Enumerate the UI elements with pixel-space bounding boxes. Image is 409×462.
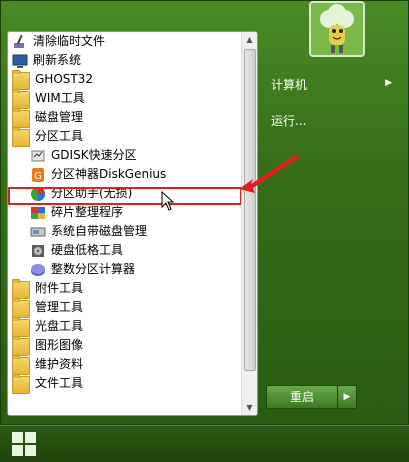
start-button[interactable] (12, 432, 36, 456)
run-label: 运行... (271, 114, 307, 128)
menu-item-label: 磁盘管理 (35, 110, 84, 124)
menu-item-label: 刷新系统 (33, 53, 82, 67)
menu-item-gdisk[interactable]: GDISK快速分区 (8, 146, 244, 165)
menu-item-partition-calculator[interactable]: 整数分区计算器 (8, 260, 244, 279)
folder-icon (12, 336, 30, 356)
start-menu: 清除临时文件 刷新系统 GHOST32 WIM工具 磁盘管理 分区工具 GDIS… (0, 0, 409, 425)
menu-item-label: 维护资料 (35, 357, 84, 371)
menu-item-label: 分区神器DiskGenius (51, 167, 167, 181)
programs-list: 清除临时文件 刷新系统 GHOST32 WIM工具 磁盘管理 分区工具 GDIS… (8, 32, 244, 394)
run-item[interactable]: 运行... (271, 112, 306, 129)
menu-item-system-disk-management[interactable]: 系统自带磁盘管理 (8, 222, 244, 241)
right-pane: 计算机 ▶ 运行... (263, 1, 409, 426)
menu-item-hdd-low-format[interactable]: 硬盘低格工具 (8, 241, 244, 260)
scroll-up-arrow-icon[interactable]: ▲ (242, 32, 257, 47)
menu-item-label: 图形图像 (35, 338, 84, 352)
scroll-down-arrow-icon[interactable]: ▼ (242, 400, 257, 415)
diskgenius-icon: G (30, 167, 46, 183)
folder-icon (12, 127, 30, 147)
mouse-cursor-icon (161, 191, 175, 211)
scroll-thumb[interactable] (244, 49, 256, 371)
menu-item-label: 光盘工具 (35, 319, 84, 333)
scrollbar[interactable]: ▲ ▼ (241, 32, 257, 415)
folder-icon (12, 374, 30, 394)
folder-icon (12, 108, 30, 128)
menu-item-label: GDISK快速分区 (51, 148, 137, 162)
taskbar (0, 425, 409, 462)
folder-icon (12, 70, 30, 90)
folder-icon (12, 298, 30, 318)
monitor-icon (12, 53, 28, 69)
menu-item-label: 硬盘低格工具 (51, 243, 124, 257)
folder-icon (12, 355, 30, 375)
menu-item-file-tools[interactable]: 文件工具 (8, 374, 244, 394)
menu-item-clear-temp[interactable]: 清除临时文件 (8, 32, 244, 51)
menu-item-wim-tools[interactable]: WIM工具 (8, 89, 244, 109)
restart-options-button[interactable]: ▶ (337, 385, 357, 409)
menu-item-refresh-system[interactable]: 刷新系统 (8, 51, 244, 70)
calculator-icon (30, 262, 46, 278)
computer-label: 计算机 (271, 78, 308, 92)
disk-tool-icon (30, 148, 46, 164)
menu-item-label: 管理工具 (35, 300, 84, 314)
computer-item[interactable]: 计算机 (271, 76, 307, 93)
menu-item-label: 分区工具 (35, 129, 84, 143)
menu-item-diskgenius[interactable]: G 分区神器DiskGenius (8, 165, 244, 184)
highlight-box (8, 187, 242, 205)
disk-management-icon (30, 224, 46, 240)
menu-item-admin-tools[interactable]: 管理工具 (8, 298, 244, 318)
svg-text:G: G (34, 171, 42, 182)
menu-item-label: 清除临时文件 (33, 34, 106, 48)
submenu-arrow-icon: ▶ (385, 78, 392, 88)
folder-icon (12, 279, 30, 299)
menu-item-partition-tools[interactable]: 分区工具 (8, 127, 244, 147)
menu-item-label: 文件工具 (35, 376, 84, 390)
menu-item-label: 整数分区计算器 (51, 262, 136, 276)
menu-item-label: 附件工具 (35, 281, 84, 295)
restart-button[interactable]: 重启 (266, 385, 338, 409)
folder-icon (12, 89, 30, 109)
hdd-format-icon (30, 243, 46, 259)
menu-item-accessories[interactable]: 附件工具 (8, 279, 244, 299)
programs-pane: 清除临时文件 刷新系统 GHOST32 WIM工具 磁盘管理 分区工具 GDIS… (7, 31, 258, 416)
menu-item-label: 系统自带磁盘管理 (51, 224, 148, 238)
red-pointer-arrow-icon (239, 154, 299, 193)
menu-item-optical-tools[interactable]: 光盘工具 (8, 317, 244, 337)
menu-item-label: GHOST32 (35, 72, 93, 86)
menu-item-ghost32[interactable]: GHOST32 (8, 70, 244, 90)
folder-icon (12, 317, 30, 337)
menu-item-defrag[interactable]: 碎片整理程序 (8, 203, 244, 222)
menu-item-label: 碎片整理程序 (51, 205, 124, 219)
broom-icon (12, 34, 28, 50)
menu-item-label: WIM工具 (35, 91, 85, 105)
menu-item-graphics[interactable]: 图形图像 (8, 336, 244, 356)
menu-item-maintenance[interactable]: 维护资料 (8, 355, 244, 375)
user-avatar[interactable] (309, 1, 365, 57)
restart-label: 重启 (289, 390, 314, 404)
menu-item-disk-management-folder[interactable]: 磁盘管理 (8, 108, 244, 128)
defrag-icon (30, 205, 46, 221)
